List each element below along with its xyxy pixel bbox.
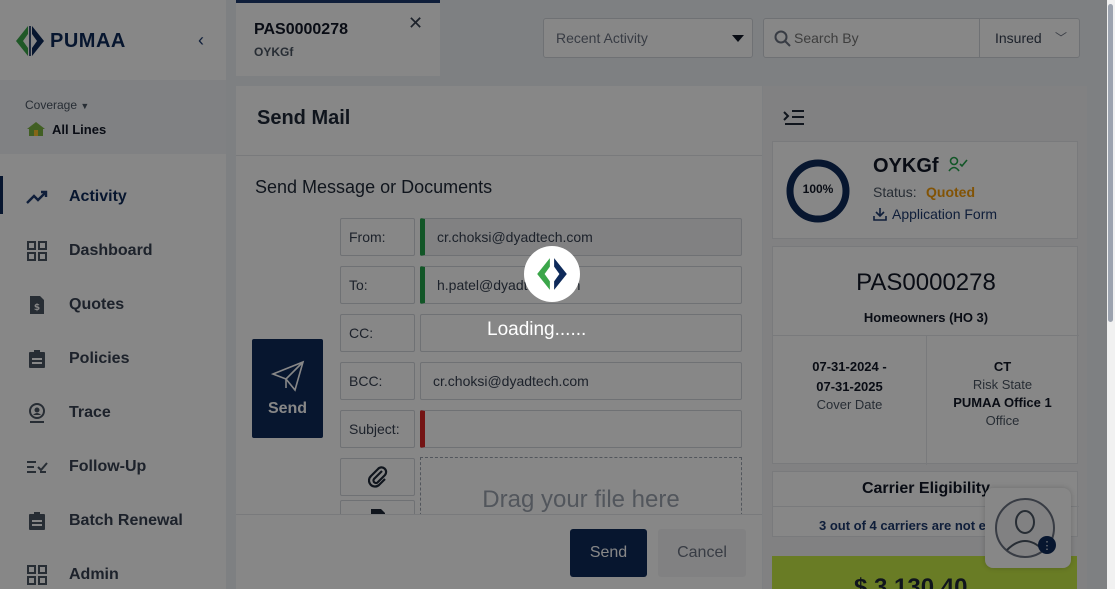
loading-text: Loading...... bbox=[487, 319, 587, 340]
loading-spinner bbox=[524, 246, 580, 302]
scrollbar-thumb[interactable] bbox=[1108, 4, 1113, 322]
pumaa-logo-icon bbox=[537, 258, 567, 290]
page-scrollbar[interactable] bbox=[1107, 0, 1115, 589]
